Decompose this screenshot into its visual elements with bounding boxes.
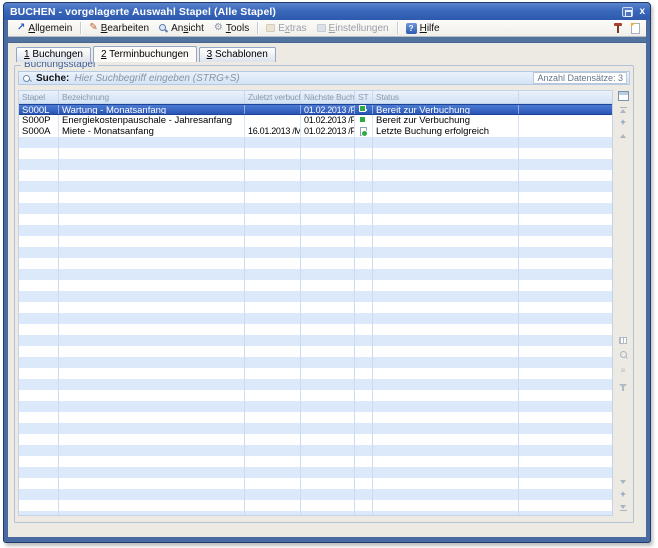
column-header-spacer[interactable] xyxy=(519,91,612,103)
gridline xyxy=(244,137,245,515)
scroll-first-icon[interactable] xyxy=(617,104,629,115)
window-title: BUCHEN - vorgelagerte Auswahl Stapel (Al… xyxy=(10,6,276,18)
sort-icon[interactable]: ≡ xyxy=(617,365,629,376)
menu-allgemein[interactable]: ↗Allgemein xyxy=(12,21,77,36)
cell-st xyxy=(355,126,373,137)
close-icon[interactable]: x xyxy=(639,7,645,17)
menu-label: Bearbeiten xyxy=(101,23,149,34)
column-chooser-icon[interactable] xyxy=(617,90,629,101)
cell-st xyxy=(355,115,373,126)
menu-einstellungen: Einstellungen xyxy=(312,21,394,36)
scroll-last-icon[interactable] xyxy=(617,502,629,513)
note-icon[interactable] xyxy=(631,23,640,34)
cell-naechste: 01.02.2013 /Fr xyxy=(301,115,355,126)
menu-ansicht[interactable]: Ansicht xyxy=(154,21,209,36)
cell-spacer xyxy=(519,115,612,126)
edit-pencil-icon: ✎ xyxy=(89,23,97,33)
help-icon: ? xyxy=(406,23,417,34)
client-area: ↗Allgemein ✎ Bearbeiten Ansicht ⚙Tools Extras… xyxy=(8,20,646,537)
cell-naechste: 01.02.2013 /Fr xyxy=(301,105,355,114)
menu-extras: Extras xyxy=(261,21,311,36)
gridline xyxy=(354,137,355,515)
main-area: 1 Buchungen2 Terminbuchungen3 Schablonen… xyxy=(8,43,646,537)
search-bar[interactable]: Suche: Hier Suchbegriff eingeben (STRG+S… xyxy=(18,71,630,85)
menu-label: Hilfe xyxy=(420,23,440,34)
cell-naechste: 01.02.2013 /Fr xyxy=(301,126,355,137)
cell-stapel: S000P xyxy=(19,115,59,126)
gridline xyxy=(300,137,301,515)
table-row[interactable]: S000PEnergiekostenpauschale - Jahresanfa… xyxy=(19,115,612,126)
menu-label: Ansicht xyxy=(171,23,204,34)
table-header-row: StapelBezeichnungZuletzt verbuchtNächste… xyxy=(19,91,612,104)
table-row[interactable]: S000LWartung - Monatsanfang 01.02.2013 /F… xyxy=(19,104,612,115)
restore-icon[interactable] xyxy=(622,7,633,17)
gear-icon: ⚙ xyxy=(214,23,223,33)
cell-status: Bereit zur Verbuchung xyxy=(373,105,519,114)
app-window: BUCHEN - vorgelagerte Auswahl Stapel (Al… xyxy=(3,2,651,543)
cell-status: Bereit zur Verbuchung xyxy=(373,115,519,126)
search-input[interactable]: Hier Suchbegriff eingeben (STRG+S) xyxy=(74,73,239,84)
column-header-n-chste-buchun[interactable]: Nächste Buchun xyxy=(301,91,355,103)
columns-icon[interactable] xyxy=(617,335,629,346)
cell-zuletzt xyxy=(245,115,301,126)
tab-1-buchungen[interactable]: 1 Buchungen xyxy=(16,47,91,62)
scroll-up-icon[interactable] xyxy=(617,130,629,141)
tab-2-terminbuchungen[interactable]: 2 Terminbuchungen xyxy=(93,46,197,62)
grid-utility-strip: + ≡ + xyxy=(615,90,631,516)
settings-icon xyxy=(317,24,326,32)
column-header-status[interactable]: Status xyxy=(373,91,519,103)
search-icon xyxy=(23,74,32,83)
add-icon[interactable]: + xyxy=(617,489,629,500)
magnifier-icon xyxy=(159,24,168,33)
cell-stapel: S000A xyxy=(19,126,59,137)
arrow-ne-icon: ↗ xyxy=(17,23,25,33)
hammer-icon[interactable] xyxy=(613,22,623,34)
cell-bezeichnung: Miete - Monatsanfang xyxy=(59,126,245,137)
filter-icon[interactable] xyxy=(617,380,629,391)
title-bar[interactable]: BUCHEN - vorgelagerte Auswahl Stapel (Al… xyxy=(4,3,650,20)
tab-3-schablonen[interactable]: 3 Schablonen xyxy=(199,47,276,62)
gridline xyxy=(372,137,373,515)
search-icon[interactable] xyxy=(617,350,629,361)
table-row[interactable]: S000AMiete - Monatsanfang16.01.2013 /Mi0… xyxy=(19,126,612,137)
menu-label: Extras xyxy=(278,23,306,34)
cell-zuletzt xyxy=(245,105,301,114)
cell-status: Letzte Buchung erfolgreich xyxy=(373,126,519,137)
menu-separator xyxy=(397,22,398,34)
doc-refresh-icon xyxy=(361,109,367,111)
menu-label: Tools xyxy=(226,23,249,34)
menu-bar: ↗Allgemein ✎ Bearbeiten Ansicht ⚙Tools Extras… xyxy=(8,20,646,37)
search-label: Suche: xyxy=(36,73,69,84)
menu-hilfe[interactable]: ?Hilfe xyxy=(401,21,445,36)
cell-spacer xyxy=(519,126,612,137)
extras-icon xyxy=(266,24,275,32)
tab-strip: 1 Buchungen2 Terminbuchungen3 Schablonen xyxy=(16,47,646,62)
menu-label: Einstellungen xyxy=(329,23,389,34)
table-empty-area xyxy=(19,137,612,515)
cell-bezeichnung: Energiekostenpauschale - Jahresanfang xyxy=(59,115,245,126)
scroll-down-icon[interactable] xyxy=(617,476,629,487)
column-header-stapel[interactable]: Stapel xyxy=(19,91,59,103)
column-header-st[interactable]: ST xyxy=(355,91,373,103)
cell-spacer xyxy=(519,105,612,114)
menu-bearbeiten[interactable]: ✎ Bearbeiten xyxy=(84,21,154,36)
cell-bezeichnung: Wartung - Monatsanfang xyxy=(59,105,245,114)
menu-separator xyxy=(257,22,258,34)
groupbox-buchungsstapel: Buchungsstapel Suche: Hier Suchbegriff e… xyxy=(14,65,634,523)
insert-icon[interactable]: + xyxy=(617,117,629,128)
gridline xyxy=(518,137,519,515)
menu-label: Allgemein xyxy=(28,23,72,34)
record-count-badge: Anzahl Datensätze: 3 xyxy=(533,72,627,84)
cell-zuletzt: 16.01.2013 /Mi xyxy=(245,126,301,137)
doc-check-icon xyxy=(360,127,367,136)
column-header-zuletzt-verbucht[interactable]: Zuletzt verbucht xyxy=(245,91,301,103)
cell-st xyxy=(355,105,373,114)
column-header-bezeichnung[interactable]: Bezeichnung xyxy=(59,91,245,103)
menu-tools[interactable]: ⚙Tools xyxy=(209,21,254,36)
menu-separator xyxy=(80,22,81,34)
gridline xyxy=(58,137,59,515)
doc-arrow-icon xyxy=(361,120,367,122)
cell-stapel: S000L xyxy=(19,105,59,114)
batch-table: StapelBezeichnungZuletzt verbuchtNächste… xyxy=(18,90,613,516)
